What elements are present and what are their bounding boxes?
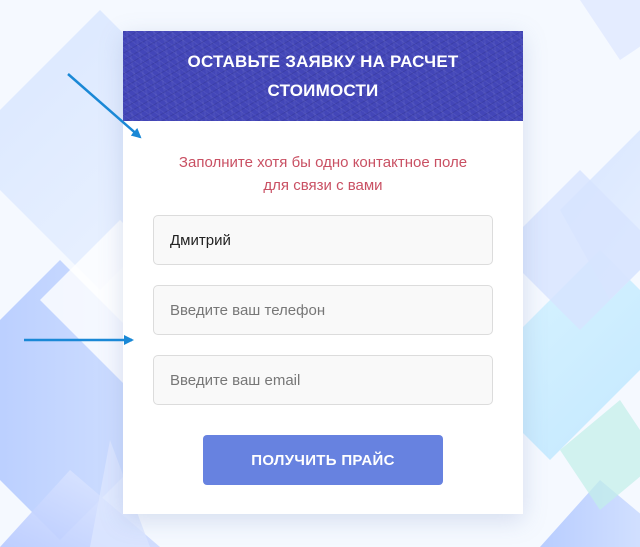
request-form-card: ОСТАВЬТЕ ЗАЯВКУ НА РАСЧЕТ СТОИМОСТИ Запо… [123,31,523,514]
get-price-button[interactable]: ПОЛУЧИТЬ ПРАЙС [203,435,443,485]
email-field[interactable] [153,355,493,405]
form-header: ОСТАВЬТЕ ЗАЯВКУ НА РАСЧЕТ СТОИМОСТИ [123,31,523,121]
page-background: ОСТАВЬТЕ ЗАЯВКУ НА РАСЧЕТ СТОИМОСТИ Запо… [0,0,640,547]
phone-field[interactable] [153,285,493,335]
form-title: ОСТАВЬТЕ ЗАЯВКУ НА РАСЧЕТ СТОИМОСТИ [187,52,459,100]
name-field[interactable] [153,215,493,265]
contact-notice: Заполните хотя бы одно контактное поле д… [178,154,468,194]
